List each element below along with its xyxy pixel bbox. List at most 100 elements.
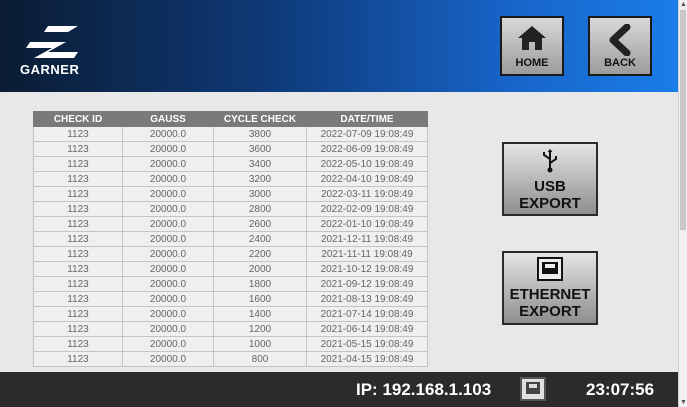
cell-cycle-check: 3400 [213, 156, 307, 172]
cell-date-time: 2021-09-12 19:08:49 [306, 276, 428, 292]
cell-check-id: 1123 [33, 171, 123, 187]
cell-gauss: 20000.0 [122, 336, 214, 352]
ethernet-port-icon [537, 257, 563, 281]
cell-gauss: 20000.0 [122, 276, 214, 292]
cell-date-time: 2021-10-12 19:08:49 [306, 261, 428, 277]
column-header-date-time: DATE/TIME [306, 111, 428, 127]
cell-cycle-check: 1400 [213, 306, 307, 322]
ip-address: IP: 192.168.1.103 [356, 380, 492, 399]
cell-gauss: 20000.0 [122, 186, 214, 202]
table-row: 1123 20000.0 3400 2022-05-10 19:08:49 [33, 156, 428, 172]
cell-check-id: 1123 [33, 186, 123, 202]
vertical-scrollbar[interactable]: ▲ ▼ [678, 0, 687, 407]
cell-date-time: 2022-05-10 19:08:49 [306, 156, 428, 172]
cell-gauss: 20000.0 [122, 291, 214, 307]
cell-check-id: 1123 [33, 126, 123, 142]
table-row: 1123 20000.0 3200 2022-04-10 19:08:49 [33, 171, 428, 187]
table-row: 1123 20000.0 1600 2021-08-13 19:08:49 [33, 291, 428, 307]
cell-gauss: 20000.0 [122, 141, 214, 157]
cell-cycle-check: 2400 [213, 231, 307, 247]
home-icon [518, 26, 546, 50]
ethernet-export-line1: ETHERNET [509, 286, 591, 303]
table-row: 1123 20000.0 2800 2022-02-09 19:08:49 [33, 201, 428, 217]
home-label: HOME [515, 57, 549, 69]
cell-cycle-check: 1800 [213, 276, 307, 292]
network-icon [520, 377, 546, 401]
table-header-row: CHECK ID GAUSS CYCLE CHECK DATE/TIME [33, 111, 428, 127]
cell-cycle-check: 2600 [213, 216, 307, 232]
check-history-table: CHECK ID GAUSS CYCLE CHECK DATE/TIME 112… [33, 111, 428, 367]
cell-check-id: 1123 [33, 336, 123, 352]
table-row: 1123 20000.0 1400 2021-07-14 19:08:49 [33, 306, 428, 322]
usb-export-button[interactable]: USB EXPORT [502, 142, 598, 216]
cell-cycle-check: 1000 [213, 336, 307, 352]
cell-check-id: 1123 [33, 156, 123, 172]
home-button[interactable]: HOME [500, 16, 564, 76]
back-arrow-icon [609, 24, 631, 56]
cell-date-time: 2022-01-10 19:08:49 [306, 216, 428, 232]
cell-check-id: 1123 [33, 306, 123, 322]
cell-cycle-check: 2200 [213, 246, 307, 262]
cell-gauss: 20000.0 [122, 246, 214, 262]
table-row: 1123 20000.0 1800 2021-09-12 19:08:49 [33, 276, 428, 292]
cell-date-time: 2021-08-13 19:08:49 [306, 291, 428, 307]
table-row: 1123 20000.0 3800 2022-07-09 19:08:49 [33, 126, 428, 142]
cell-check-id: 1123 [33, 351, 123, 367]
table-row: 1123 20000.0 3000 2022-03-11 19:08:49 [33, 186, 428, 202]
cell-gauss: 20000.0 [122, 261, 214, 277]
table-row: 1123 20000.0 800 2021-04-15 19:08:49 [33, 351, 428, 367]
cell-gauss: 20000.0 [122, 306, 214, 322]
cell-check-id: 1123 [33, 231, 123, 247]
cell-check-id: 1123 [33, 141, 123, 157]
back-button[interactable]: BACK [588, 16, 652, 76]
cell-check-id: 1123 [33, 216, 123, 232]
cell-cycle-check: 2000 [213, 261, 307, 277]
cell-gauss: 20000.0 [122, 171, 214, 187]
cell-cycle-check: 2800 [213, 201, 307, 217]
cell-check-id: 1123 [33, 246, 123, 262]
cell-cycle-check: 3000 [213, 186, 307, 202]
table-row: 1123 20000.0 2400 2021-12-11 19:08:49 [33, 231, 428, 247]
cell-date-time: 2021-06-14 19:08:49 [306, 321, 428, 337]
scroll-down-icon[interactable]: ▼ [680, 399, 687, 406]
usb-icon [543, 149, 557, 173]
cell-gauss: 20000.0 [122, 321, 214, 337]
ethernet-export-button[interactable]: ETHERNET EXPORT [502, 251, 598, 325]
table-row: 1123 20000.0 2600 2022-01-10 19:08:49 [33, 216, 428, 232]
table-row: 1123 20000.0 2000 2021-10-12 19:08:49 [33, 261, 428, 277]
scroll-thumb[interactable] [680, 10, 686, 230]
column-header-gauss: GAUSS [122, 111, 214, 127]
cell-gauss: 20000.0 [122, 201, 214, 217]
table-row: 1123 20000.0 1200 2021-06-14 19:08:49 [33, 321, 428, 337]
cell-check-id: 1123 [33, 321, 123, 337]
cell-cycle-check: 800 [213, 351, 307, 367]
cell-gauss: 20000.0 [122, 351, 214, 367]
table-row: 1123 20000.0 3600 2022-06-09 19:08:49 [33, 141, 428, 157]
table-row: 1123 20000.0 1000 2021-05-15 19:08:49 [33, 336, 428, 352]
status-bar: IP: 192.168.1.103 23:07:56 [0, 372, 678, 407]
cell-gauss: 20000.0 [122, 231, 214, 247]
cell-cycle-check: 3800 [213, 126, 307, 142]
cell-cycle-check: 1200 [213, 321, 307, 337]
cell-gauss: 20000.0 [122, 156, 214, 172]
cell-date-time: 2022-07-09 19:08:49 [306, 126, 428, 142]
cell-gauss: 20000.0 [122, 126, 214, 142]
cell-cycle-check: 3200 [213, 171, 307, 187]
header-bar: GARNER HOME BACK [0, 0, 678, 92]
cell-date-time: 2021-05-15 19:08:49 [306, 336, 428, 352]
cell-date-time: 2021-07-14 19:08:49 [306, 306, 428, 322]
cell-check-id: 1123 [33, 291, 123, 307]
ethernet-export-line2: EXPORT [519, 303, 581, 320]
cell-date-time: 2022-06-09 19:08:49 [306, 141, 428, 157]
column-header-cycle-check: CYCLE CHECK [213, 111, 307, 127]
brand-name: GARNER [20, 62, 80, 77]
ethernet-port-icon [526, 382, 540, 394]
usb-export-line2: EXPORT [519, 195, 581, 212]
cell-check-id: 1123 [33, 276, 123, 292]
cell-cycle-check: 3600 [213, 141, 307, 157]
cell-date-time: 2022-03-11 19:08:49 [306, 186, 428, 202]
cell-date-time: 2022-02-09 19:08:49 [306, 201, 428, 217]
cell-date-time: 2021-12-11 19:08:49 [306, 231, 428, 247]
table-row: 1123 20000.0 2200 2021-11-11 19:08:49 [33, 246, 428, 262]
scroll-up-icon[interactable]: ▲ [680, 1, 687, 8]
